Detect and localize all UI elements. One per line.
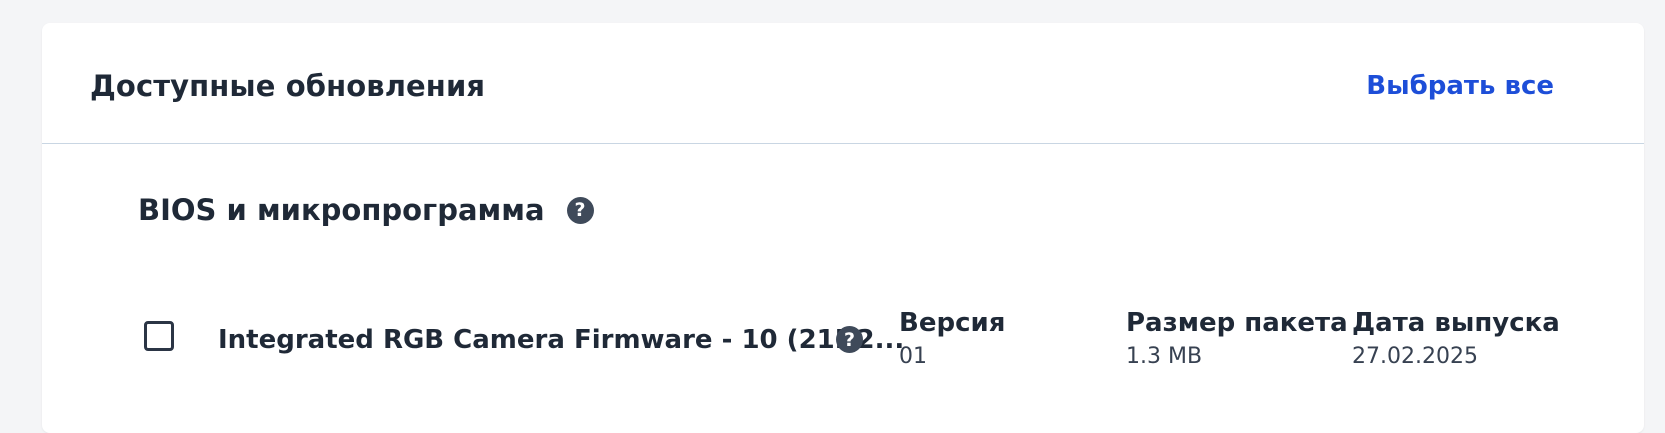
version-value: 01 bbox=[899, 344, 927, 369]
update-name: Integrated RGB Camera Firmware - 10 (21H… bbox=[218, 325, 905, 355]
date-label: Дата выпуска bbox=[1352, 308, 1560, 338]
updates-card: Доступные обновления Выбрать все BIOS и … bbox=[42, 23, 1644, 433]
date-column: Дата выпуска 27.02.2025 bbox=[1352, 308, 1560, 369]
size-column: Размер пакета 1.3 MB bbox=[1126, 308, 1348, 369]
card-header: Доступные обновления Выбрать все bbox=[42, 23, 1644, 144]
update-checkbox[interactable] bbox=[144, 321, 174, 351]
question-circle-icon[interactable]: ? bbox=[836, 326, 863, 353]
question-circle-icon[interactable]: ? bbox=[566, 196, 594, 224]
version-label: Версия bbox=[899, 308, 1006, 338]
section-title: BIOS и микропрограмма bbox=[138, 193, 545, 227]
select-all-link[interactable]: Выбрать все bbox=[1366, 71, 1554, 101]
date-value: 27.02.2025 bbox=[1352, 344, 1478, 369]
card-title: Доступные обновления bbox=[90, 69, 486, 103]
version-column: Версия 01 bbox=[899, 308, 1005, 369]
size-value: 1.3 MB bbox=[1126, 344, 1203, 369]
size-label: Размер пакета bbox=[1126, 308, 1348, 338]
section-header: BIOS и микропрограмма ? bbox=[138, 193, 594, 227]
